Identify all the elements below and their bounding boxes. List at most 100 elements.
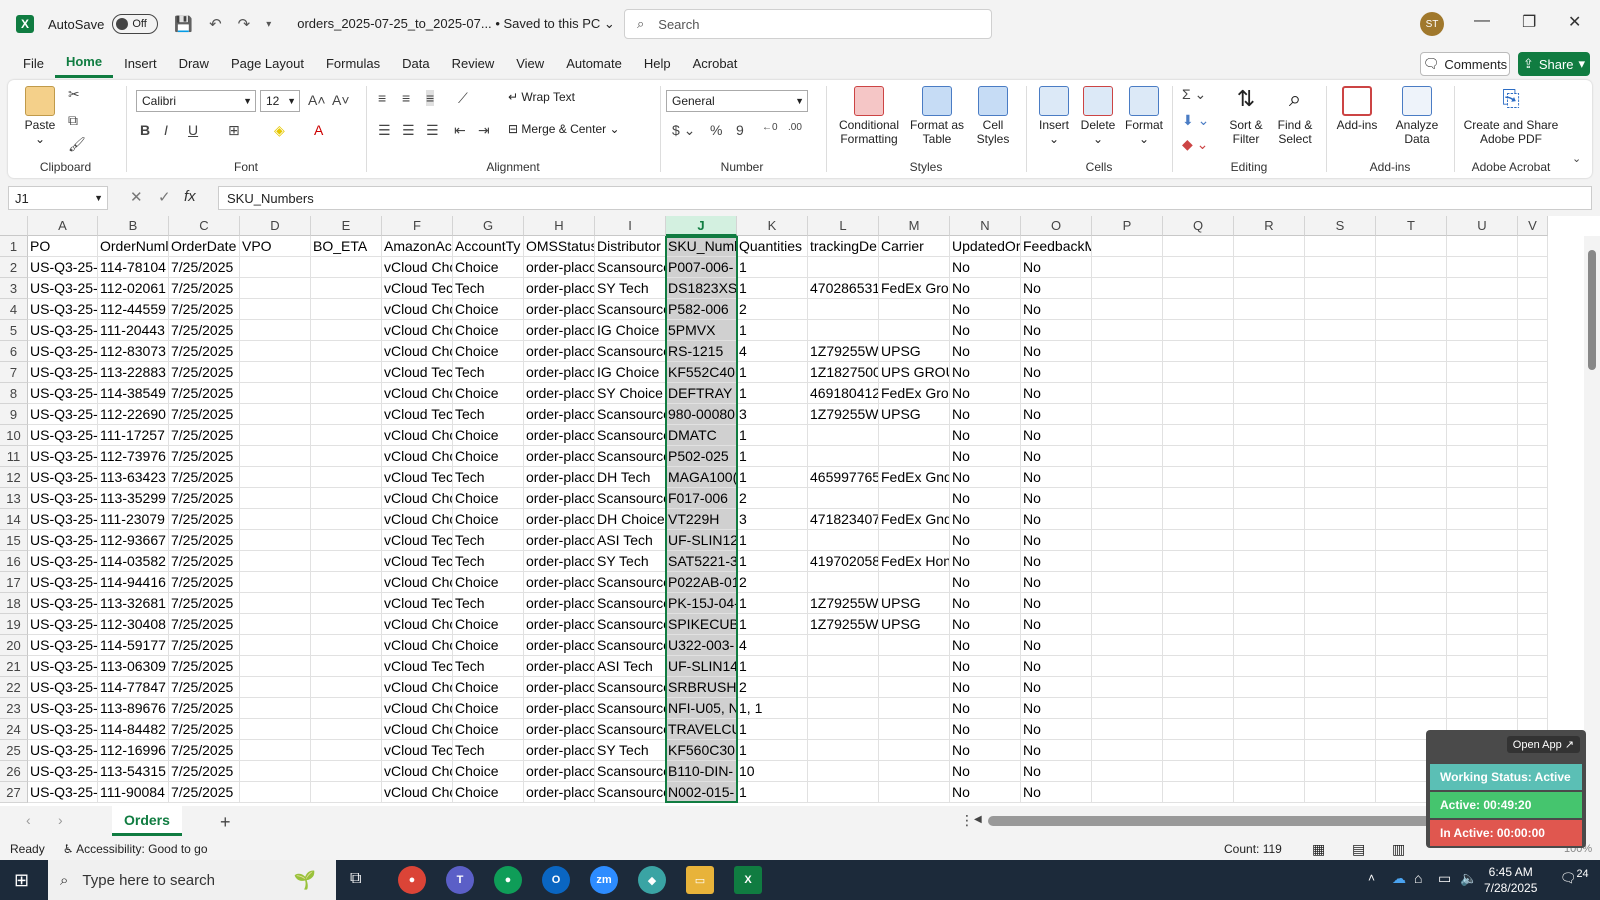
table-cell[interactable]: Tech (453, 656, 524, 677)
header-cell[interactable] (1518, 236, 1548, 257)
table-cell[interactable]: 470286531 (808, 278, 879, 299)
taskbar-search[interactable]: ⌕ Type here to search 🌱 (48, 860, 336, 900)
conditional-formatting-button[interactable]: Conditional Formatting (836, 86, 902, 146)
table-cell[interactable]: Scansource (595, 698, 666, 719)
table-cell[interactable]: No (950, 572, 1021, 593)
table-cell[interactable]: order-placo (524, 467, 595, 488)
table-cell[interactable]: vCloud Chc (382, 782, 453, 803)
table-cell[interactable] (1447, 299, 1518, 320)
table-cell[interactable] (1092, 488, 1163, 509)
table-cell[interactable] (1305, 614, 1376, 635)
table-cell[interactable]: No (1021, 740, 1092, 761)
table-cell[interactable]: Scansource (595, 782, 666, 803)
table-cell[interactable]: order-placo (524, 509, 595, 530)
table-cell[interactable] (1092, 278, 1163, 299)
table-cell[interactable] (1376, 257, 1447, 278)
table-cell[interactable] (1518, 635, 1548, 656)
table-cell[interactable] (240, 488, 311, 509)
column-header-u[interactable]: U (1447, 216, 1518, 236)
table-cell[interactable] (1376, 698, 1447, 719)
table-cell[interactable] (1518, 404, 1548, 425)
table-cell[interactable]: 7/25/2025 (169, 299, 240, 320)
table-cell[interactable]: US-Q3-25-( (28, 635, 98, 656)
vertical-scroll-thumb[interactable] (1588, 250, 1596, 370)
table-cell[interactable]: SPIKECUBE (666, 614, 737, 635)
table-cell[interactable]: 7/25/2025 (169, 488, 240, 509)
increase-font-icon[interactable]: A˄ (308, 92, 326, 108)
table-cell[interactable] (1305, 362, 1376, 383)
table-cell[interactable]: 5PMVX (666, 320, 737, 341)
table-cell[interactable]: Choice (453, 320, 524, 341)
table-cell[interactable] (1447, 530, 1518, 551)
table-cell[interactable]: No (950, 761, 1021, 782)
table-cell[interactable] (1092, 761, 1163, 782)
clear-icon[interactable]: ◆ ⌄ (1182, 136, 1208, 153)
table-cell[interactable]: Choice (453, 446, 524, 467)
row-header[interactable]: 13 (0, 488, 28, 509)
table-cell[interactable] (1234, 551, 1305, 572)
table-cell[interactable] (1163, 383, 1234, 404)
column-header-n[interactable]: N (950, 216, 1021, 236)
table-cell[interactable]: No (1021, 656, 1092, 677)
table-cell[interactable] (311, 656, 382, 677)
table-cell[interactable]: 7/25/2025 (169, 677, 240, 698)
format-painter-icon[interactable]: 🖌 (68, 136, 86, 153)
table-cell[interactable]: No (1021, 530, 1092, 551)
table-cell[interactable]: No (950, 698, 1021, 719)
table-cell[interactable]: MAGA100( (666, 467, 737, 488)
align-bottom-icon[interactable]: ≡ (426, 90, 435, 106)
table-cell[interactable]: US-Q3-25-( (28, 446, 98, 467)
table-cell[interactable] (1447, 425, 1518, 446)
table-cell[interactable] (1092, 425, 1163, 446)
cut-icon[interactable]: ✂ (68, 86, 80, 103)
table-cell[interactable] (1305, 572, 1376, 593)
table-cell[interactable]: 113-63423 (98, 467, 169, 488)
table-cell[interactable]: order-placo (524, 383, 595, 404)
header-cell[interactable]: AccountTy (453, 236, 524, 257)
table-cell[interactable] (808, 635, 879, 656)
table-cell[interactable]: FedEx Grou (879, 278, 950, 299)
table-cell[interactable]: 3 (737, 404, 808, 425)
table-cell[interactable] (879, 320, 950, 341)
row-header[interactable]: 5 (0, 320, 28, 341)
table-cell[interactable]: No (950, 299, 1021, 320)
table-cell[interactable]: US-Q3-25-( (28, 299, 98, 320)
normal-view-icon[interactable]: ▦ (1312, 841, 1325, 858)
table-cell[interactable]: order-placo (524, 614, 595, 635)
table-cell[interactable]: vCloud Chc (382, 425, 453, 446)
table-cell[interactable] (1234, 278, 1305, 299)
table-cell[interactable]: 7/25/2025 (169, 551, 240, 572)
table-cell[interactable] (311, 530, 382, 551)
table-cell[interactable] (1518, 551, 1548, 572)
table-cell[interactable]: 7/25/2025 (169, 362, 240, 383)
prev-sheet-icon[interactable]: ‹ (26, 812, 31, 828)
table-cell[interactable] (1092, 446, 1163, 467)
table-cell[interactable]: Scansource (595, 572, 666, 593)
row-header[interactable]: 3 (0, 278, 28, 299)
table-cell[interactable] (1447, 572, 1518, 593)
table-cell[interactable] (240, 614, 311, 635)
table-cell[interactable]: vCloud Chc (382, 614, 453, 635)
table-cell[interactable]: Choice (453, 383, 524, 404)
table-cell[interactable]: DMATC (666, 425, 737, 446)
column-header-k[interactable]: K (737, 216, 808, 236)
insert-cells-button[interactable]: Insert ⌄ (1034, 86, 1074, 146)
table-cell[interactable]: RS-1215 (666, 341, 737, 362)
table-cell[interactable]: 465997765 (808, 467, 879, 488)
table-cell[interactable] (1163, 761, 1234, 782)
page-layout-view-icon[interactable]: ▤ (1352, 841, 1365, 858)
table-cell[interactable] (879, 719, 950, 740)
table-cell[interactable]: vCloud Chc (382, 572, 453, 593)
notifications-icon[interactable]: 🗨24 (1560, 868, 1589, 886)
table-cell[interactable]: Choice (453, 425, 524, 446)
table-cell[interactable]: IG Choice (595, 362, 666, 383)
table-cell[interactable]: 112-93667 (98, 530, 169, 551)
table-cell[interactable]: P022AB-01 (666, 572, 737, 593)
header-cell[interactable]: SKU_Numb (666, 236, 737, 257)
table-cell[interactable] (808, 488, 879, 509)
table-cell[interactable]: vCloud Tec (382, 740, 453, 761)
table-cell[interactable] (1092, 635, 1163, 656)
table-cell[interactable] (1234, 257, 1305, 278)
table-cell[interactable]: IG Choice (595, 320, 666, 341)
table-cell[interactable]: No (1021, 467, 1092, 488)
